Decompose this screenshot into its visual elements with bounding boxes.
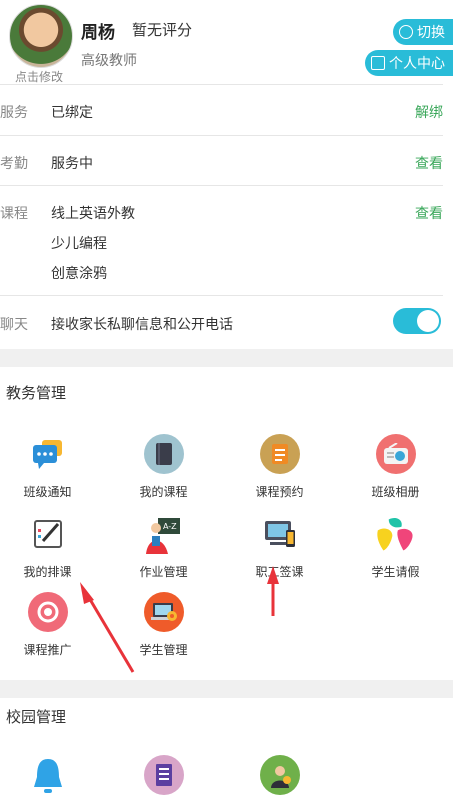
course-item: 少儿编程	[51, 236, 107, 252]
service-value: 已绑定	[51, 105, 93, 121]
class-album-label: 班级相册	[371, 485, 420, 499]
edit-avatar-hint[interactable]: 点击修改	[15, 68, 63, 85]
divider	[0, 295, 443, 296]
divider	[0, 185, 443, 186]
campus-item[interactable]	[0, 755, 104, 795]
section-gap	[0, 349, 453, 367]
academic-section-title: 教务管理	[6, 384, 67, 402]
divider	[0, 84, 443, 85]
my-schedule-label: 我的排课	[23, 565, 72, 579]
student-leave-item[interactable]: 学生请假	[339, 514, 452, 580]
course-booking-item[interactable]: 课程预约	[223, 434, 336, 500]
campus-section-title: 校园管理	[6, 708, 67, 726]
svg-text:A-Z: A-Z	[163, 522, 177, 531]
courses-view-link[interactable]: 查看	[415, 203, 443, 223]
divider	[0, 135, 443, 136]
switch-button[interactable]: 切换	[393, 19, 453, 45]
homework-label: 作业管理	[139, 565, 188, 579]
attendance-value: 服务中	[51, 156, 93, 172]
student-leave-label: 学生请假	[371, 565, 420, 579]
teacher-board-icon: A-Z	[144, 514, 184, 554]
document-icon	[143, 755, 184, 795]
laptop-gear-icon	[143, 592, 184, 632]
courses-label: 课程	[0, 206, 28, 222]
service-label: 服务	[0, 105, 28, 121]
campus-item[interactable]	[223, 755, 336, 795]
switch-label: 切换	[417, 25, 445, 41]
colorful-leaves-icon	[376, 514, 416, 554]
chat-setting-text: 接收家长私聊信息和公开电话	[51, 317, 233, 333]
my-schedule-item[interactable]: 我的排课	[0, 514, 104, 580]
homework-item[interactable]: A-Z 作业管理	[107, 514, 220, 580]
course-promo-item[interactable]: 课程推广	[0, 592, 104, 658]
switch-icon	[399, 25, 413, 39]
teacher-name: 周杨	[81, 23, 115, 43]
course-booking-label: 课程预约	[255, 485, 304, 499]
book-icon	[143, 434, 184, 474]
attendance-view-link[interactable]: 查看	[415, 153, 443, 173]
attendance-label: 考勤	[0, 156, 28, 172]
class-notice-label: 班级通知	[23, 485, 72, 499]
course-item: 创意涂鸦	[51, 266, 107, 282]
class-notice-item[interactable]: 班级通知	[0, 434, 104, 500]
personal-center-button[interactable]: 个人中心	[365, 50, 453, 76]
promo-eye-icon	[27, 592, 68, 632]
pen-notebook-icon	[28, 514, 68, 554]
calendar-book-icon	[259, 434, 300, 474]
chat-label: 聊天	[0, 317, 28, 333]
personal-center-label: 个人中心	[389, 56, 445, 72]
my-courses-item[interactable]: 我的课程	[107, 434, 220, 500]
chat-toggle[interactable]	[393, 308, 441, 334]
radio-photo-icon	[375, 434, 416, 474]
course-promo-label: 课程推广	[23, 643, 72, 657]
staff-signin-label: 职工签课	[255, 565, 304, 579]
my-courses-label: 我的课程	[139, 485, 188, 499]
student-management-label: 学生管理	[139, 643, 188, 657]
section-gap	[0, 680, 453, 698]
toggle-knob	[417, 310, 439, 332]
teacher-title: 高级教师	[81, 53, 137, 69]
devices-icon	[260, 514, 300, 554]
course-item: 线上英语外教	[51, 206, 135, 222]
class-album-item[interactable]: 班级相册	[339, 434, 452, 500]
bell-icon	[28, 755, 68, 795]
rating-text: 暂无评分	[132, 21, 193, 39]
campus-item[interactable]	[107, 755, 220, 795]
unbind-link[interactable]: 解绑	[415, 102, 443, 122]
edit-icon	[371, 56, 385, 70]
staff-icon	[259, 755, 300, 795]
staff-signin-item[interactable]: 职工签课	[223, 514, 336, 580]
chat-bubble-icon	[28, 434, 68, 474]
student-management-item[interactable]: 学生管理	[107, 592, 220, 658]
avatar[interactable]	[9, 4, 73, 68]
